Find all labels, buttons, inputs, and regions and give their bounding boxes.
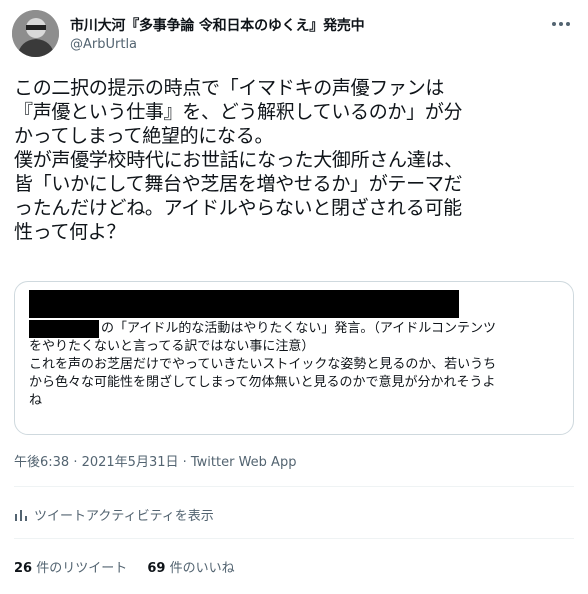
quoted-text-line: の「アイドル的な活動はやりたくない」発言。（アイドルコンテンツ <box>29 320 496 338</box>
divider <box>14 538 574 539</box>
divider <box>14 486 574 487</box>
retweets-label: 件のリツイート <box>36 561 128 576</box>
quoted-tweet-card[interactable]: の「アイドル的な活動はやりたくない」発言。（アイドルコンテンツ をやりたくないと… <box>14 281 574 435</box>
tweet-text-line: この二択の提示の時点で「イマドキの声優ファンは <box>14 77 445 99</box>
tweet-activity-link[interactable]: ツイートアクティビティを表示 <box>14 505 214 524</box>
likes-label: 件のいいね <box>169 561 235 576</box>
quoted-text-line: から色々な可能性を閉ざしてしまって勿体無いと見るのかで意見が分かれそうよ <box>29 375 496 390</box>
display-name[interactable]: 市川大河『多事争論 令和日本のゆくえ』発売中 <box>70 15 365 35</box>
activity-label: ツイートアクティビティを表示 <box>34 509 214 524</box>
tweet-text: この二択の提示の時点で「イマドキの声優ファンは 『声優という仕事』を、どう解釈し… <box>14 76 580 244</box>
quoted-text: をやりたくないと言ってる訳ではない事に注意） これを声のお芝居だけでやっていきた… <box>29 338 565 410</box>
user-handle[interactable]: @ArbUrtla <box>70 37 137 52</box>
bar-chart-icon <box>15 509 27 521</box>
tweet-text-line: 皆「いかにして舞台や芝居を増やせるか」がテーマだ <box>14 173 463 195</box>
quoted-text-line: ね <box>29 393 43 408</box>
tweet-text-line: 僕が声優学校時代にお世話になった大御所さん達は、 <box>14 149 463 171</box>
quoted-text-line: これを声のお芝居だけでやっていきたいストイックな姿勢と見るのか、若いうち <box>29 357 497 372</box>
tweet-text-line: かってしまって絶望的になる。 <box>14 125 274 147</box>
avatar-image <box>12 10 59 57</box>
likes-stat[interactable]: 69 件のいいね <box>147 557 234 576</box>
retweets-stat[interactable]: 26 件のリツイート <box>14 557 127 576</box>
avatar[interactable] <box>12 10 59 57</box>
quoted-text-fragment: の「アイドル的な活動はやりたくない」発言。（アイドルコンテンツ <box>101 321 496 336</box>
tweet-timestamp[interactable]: 午後6:38 · 2021年5月31日 · Twitter Web App <box>14 451 296 470</box>
engagement-stats: 26 件のリツイート 69 件のいいね <box>14 557 251 576</box>
tweet-text-line: ったんだけどね。アイドルやらないと閉ざされる可能 <box>14 197 462 219</box>
redacted-text <box>29 320 99 338</box>
retweets-count: 26 <box>14 561 33 576</box>
tweet-text-line: 『声優という仕事』を、どう解釈しているのか」が分 <box>14 101 463 123</box>
tweet-text-line: 性って何よ？ <box>14 221 126 243</box>
tweet: 市川大河『多事争論 令和日本のゆくえ』発売中 @ArbUrtla この二択の提示… <box>0 0 588 594</box>
more-options-icon[interactable] <box>546 14 576 34</box>
redacted-quoted-author <box>29 290 459 318</box>
likes-count: 69 <box>147 561 166 576</box>
quoted-text-line: をやりたくないと言ってる訳ではない事に注意） <box>29 339 315 354</box>
